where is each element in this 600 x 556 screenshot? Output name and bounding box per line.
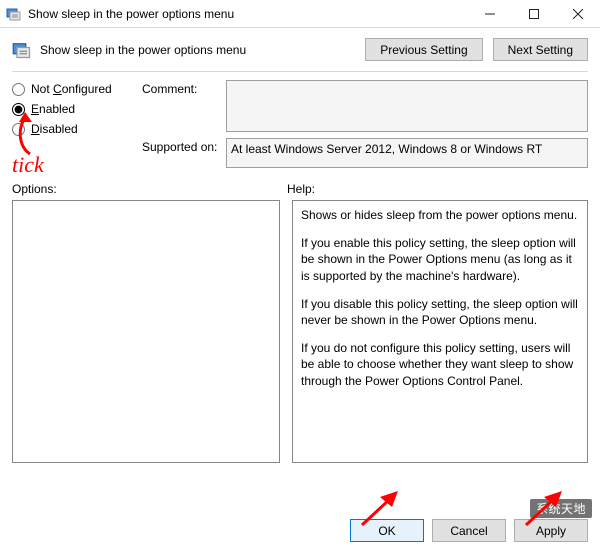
help-text: Shows or hides sleep from the power opti… <box>301 207 579 223</box>
help-label: Help: <box>287 182 588 196</box>
window-title: Show sleep in the power options menu <box>28 7 468 21</box>
supported-on-text <box>226 138 588 168</box>
radio-enabled[interactable] <box>12 103 25 116</box>
app-icon <box>6 6 22 22</box>
minimize-button[interactable] <box>468 0 512 28</box>
apply-button[interactable]: Apply <box>514 519 588 542</box>
watermark: 系统天地 <box>530 499 592 518</box>
next-setting-button[interactable]: Next Setting <box>493 38 588 61</box>
dialog-buttons: OK Cancel Apply <box>350 519 588 542</box>
policy-icon <box>12 40 32 60</box>
comment-input[interactable] <box>226 80 588 132</box>
radio-disabled-label[interactable]: Disabled <box>31 122 78 136</box>
comment-label: Comment: <box>142 80 220 132</box>
radio-disabled[interactable] <box>12 123 25 136</box>
radio-not-configured-label[interactable]: Not Configured <box>31 82 112 96</box>
ok-button[interactable]: OK <box>350 519 424 542</box>
radio-not-configured[interactable] <box>12 83 25 96</box>
radio-enabled-label[interactable]: Enabled <box>31 102 75 116</box>
policy-title: Show sleep in the power options menu <box>40 43 357 57</box>
help-pane[interactable]: Shows or hides sleep from the power opti… <box>292 200 588 463</box>
header-row: Show sleep in the power options menu Pre… <box>0 28 600 61</box>
config-area: Not Configured Enabled Disabled Comment:… <box>0 80 600 174</box>
help-text: If you disable this policy setting, the … <box>301 296 579 328</box>
divider <box>12 71 588 72</box>
state-radios: Not Configured Enabled Disabled <box>12 80 138 174</box>
help-text: If you enable this policy setting, the s… <box>301 235 579 284</box>
help-text: If you do not configure this policy sett… <box>301 340 579 389</box>
titlebar: Show sleep in the power options menu <box>0 0 600 28</box>
window-controls <box>468 0 600 28</box>
maximize-button[interactable] <box>512 0 556 28</box>
options-pane <box>12 200 280 463</box>
options-label: Options: <box>12 182 287 196</box>
supported-on-label: Supported on: <box>142 138 220 168</box>
cancel-button[interactable]: Cancel <box>432 519 506 542</box>
previous-setting-button[interactable]: Previous Setting <box>365 38 482 61</box>
close-button[interactable] <box>556 0 600 28</box>
